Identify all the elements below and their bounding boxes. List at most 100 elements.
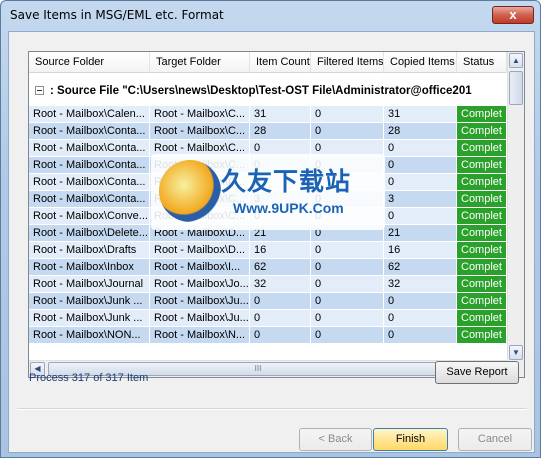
cell-item-count: 16 (250, 242, 311, 259)
column-header-source-folder[interactable]: Source Folder (29, 52, 150, 73)
cell-copied-items: 0 (384, 293, 457, 310)
cell-target-folder: Root - Mailbox\Jo... (150, 276, 250, 293)
cell-copied-items: 0 (384, 208, 457, 225)
vertical-scrollbar[interactable]: ▲ ▼ (507, 52, 524, 361)
column-header-status[interactable]: Status (457, 52, 507, 73)
cell-status: Complet (457, 191, 507, 208)
close-icon: x (509, 7, 517, 22)
table-row[interactable]: Root - Mailbox\Drafts Root - Mailbox\D...… (29, 242, 507, 259)
cell-filtered-items: 0 (311, 276, 384, 293)
cell-copied-items: 32 (384, 276, 457, 293)
watermark-url: Www.9UPK.Com (233, 200, 344, 216)
cell-status: Complet (457, 157, 507, 174)
finish-button[interactable]: Finish (373, 428, 448, 451)
cell-status: Complet (457, 327, 507, 344)
cancel-button[interactable]: Cancel (458, 428, 532, 451)
column-header-target-folder[interactable]: Target Folder (150, 52, 250, 73)
table-row[interactable]: Root - Mailbox\Inbox Root - Mailbox\I... 6… (29, 259, 507, 276)
cell-status: Complet (457, 259, 507, 276)
scroll-up-button[interactable]: ▲ (509, 53, 523, 68)
watermark-overlay: 久友下载站 Www.9UPK.Com (151, 154, 385, 230)
cell-status: Complet (457, 123, 507, 140)
cell-status: Complet (457, 106, 507, 123)
cell-status: Complet (457, 276, 507, 293)
cell-status: Complet (457, 225, 507, 242)
cell-status: Complet (457, 140, 507, 157)
cell-copied-items: 16 (384, 242, 457, 259)
cell-filtered-items: 0 (311, 310, 384, 327)
cell-item-count: 32 (250, 276, 311, 293)
table-row[interactable]: Root - Mailbox\Journal Root - Mailbox\Jo.… (29, 276, 507, 293)
chevron-down-icon: ▼ (512, 348, 520, 357)
cell-source-folder: Root - Mailbox\Conta... (29, 157, 150, 174)
cell-source-folder: Root - Mailbox\Conta... (29, 191, 150, 208)
cell-filtered-items: 0 (311, 106, 384, 123)
window-title: Save Items in MSG/EML etc. Format (10, 8, 224, 22)
cell-item-count: 28 (250, 123, 311, 140)
cell-item-count: 62 (250, 259, 311, 276)
column-header-filtered-items[interactable]: Filtered Items (311, 52, 384, 73)
cell-target-folder: Root - Mailbox\C... (150, 106, 250, 123)
cell-filtered-items: 0 (311, 123, 384, 140)
save-report-button[interactable]: Save Report (435, 361, 519, 384)
cell-target-folder: Root - Mailbox\N... (150, 327, 250, 344)
scroll-down-button[interactable]: ▼ (509, 345, 523, 360)
cell-filtered-items: 0 (311, 242, 384, 259)
cell-status: Complet (457, 310, 507, 327)
group-row-source-file[interactable]: : Source File "C:\Users\news\Desktop\Tes… (29, 81, 507, 101)
cell-status: Complet (457, 293, 507, 310)
grid-header: Source Folder Target Folder Item Count F… (29, 52, 507, 73)
cell-copied-items: 31 (384, 106, 457, 123)
cell-copied-items: 21 (384, 225, 457, 242)
cell-item-count: 0 (250, 293, 311, 310)
chevron-up-icon: ▲ (512, 56, 520, 65)
cell-filtered-items: 0 (311, 259, 384, 276)
cell-source-folder: Root - Mailbox\Calen... (29, 106, 150, 123)
back-button[interactable]: < Back (299, 428, 372, 451)
cell-source-folder: Root - Mailbox\NON... (29, 327, 150, 344)
cell-status: Complet (457, 208, 507, 225)
cell-target-folder: Root - Mailbox\D... (150, 242, 250, 259)
cell-copied-items: 0 (384, 174, 457, 191)
cell-copied-items: 0 (384, 327, 457, 344)
cell-status: Complet (457, 242, 507, 259)
cell-source-folder: Root - Mailbox\Drafts (29, 242, 150, 259)
group-label: : Source File "C:\Users\news\Desktop\Tes… (50, 85, 472, 97)
collapse-icon[interactable] (35, 86, 44, 95)
cell-copied-items: 62 (384, 259, 457, 276)
watermark-title: 久友下载站 (221, 167, 352, 196)
vertical-scroll-thumb[interactable] (509, 71, 523, 105)
cell-copied-items: 3 (384, 191, 457, 208)
column-header-copied-items[interactable]: Copied Items (384, 52, 457, 73)
cell-status: Complet (457, 174, 507, 191)
table-row[interactable]: Root - Mailbox\Calen... Root - Mailbox\C.… (29, 106, 507, 123)
cell-target-folder: Root - Mailbox\Ju... (150, 293, 250, 310)
table-row[interactable]: Root - Mailbox\Junk ... Root - Mailbox\Ju… (29, 293, 507, 310)
cell-item-count: 0 (250, 310, 311, 327)
cell-target-folder: Root - Mailbox\C... (150, 123, 250, 140)
cell-source-folder: Root - Mailbox\Conta... (29, 174, 150, 191)
column-header-item-count[interactable]: Item Count (250, 52, 311, 73)
watermark-logo-icon (159, 160, 221, 222)
cell-source-folder: Root - Mailbox\Junk ... (29, 293, 150, 310)
cell-source-folder: Root - Mailbox\Conve... (29, 208, 150, 225)
footer-separator (17, 408, 527, 410)
table-row[interactable]: Root - Mailbox\Junk ... Root - Mailbox\Ju… (29, 310, 507, 327)
cell-copied-items: 28 (384, 123, 457, 140)
cell-source-folder: Root - Mailbox\Journal (29, 276, 150, 293)
cell-filtered-items: 0 (311, 293, 384, 310)
table-row[interactable]: Root - Mailbox\NON... Root - Mailbox\N...… (29, 327, 507, 344)
cell-item-count: 31 (250, 106, 311, 123)
title-bar[interactable]: Save Items in MSG/EML etc. Format x (1, 1, 540, 31)
table-row[interactable]: Root - Mailbox\Conta...Root - Mailbox\C.… (29, 123, 507, 140)
cell-filtered-items: 0 (311, 327, 384, 344)
cell-copied-items: 0 (384, 157, 457, 174)
dialog-window: Save Items in MSG/EML etc. Format x Sour… (0, 0, 541, 458)
cell-target-folder: Root - Mailbox\I... (150, 259, 250, 276)
cell-source-folder: Root - Mailbox\Delete... (29, 225, 150, 242)
cell-source-folder: Root - Mailbox\Junk ... (29, 310, 150, 327)
cell-target-folder: Root - Mailbox\Ju... (150, 310, 250, 327)
close-button[interactable]: x (492, 6, 534, 24)
cell-source-folder: Root - Mailbox\Conta... (29, 140, 150, 157)
dialog-client: Source Folder Target Folder Item Count F… (8, 31, 535, 453)
